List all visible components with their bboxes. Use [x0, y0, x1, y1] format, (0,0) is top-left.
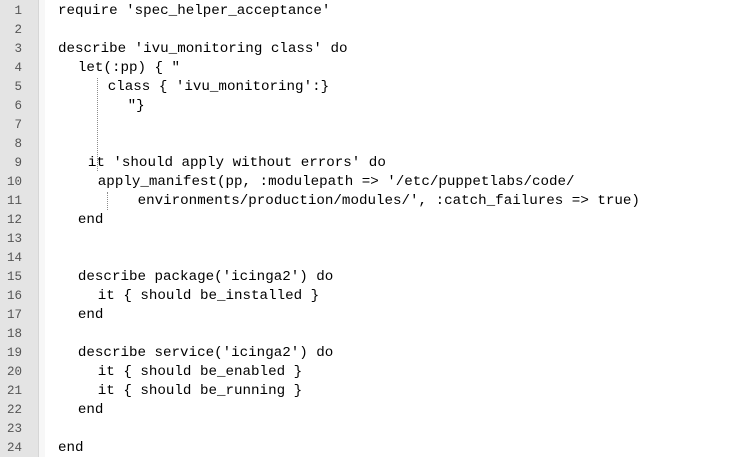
code-text[interactable]: describe package('icinga2') do	[78, 268, 333, 287]
line-number: 21	[6, 384, 22, 398]
code-line[interactable]: 2	[0, 21, 730, 40]
line-number: 18	[6, 327, 22, 341]
line-number: 10	[6, 175, 22, 189]
code-text[interactable]: environments/production/modules/', :catc…	[138, 192, 640, 211]
line-number: 2	[14, 23, 22, 37]
line-number: 9	[14, 156, 22, 170]
code-text[interactable]: it 'should apply without errors' do	[88, 154, 386, 173]
code-line[interactable]: 5 class { 'ivu_monitoring':}	[0, 78, 730, 97]
code-line[interactable]: 8	[0, 135, 730, 154]
line-number: 14	[6, 251, 22, 265]
line-number: 15	[6, 270, 22, 284]
code-line[interactable]: 15 describe package('icinga2') do	[0, 268, 730, 287]
code-line[interactable]: 24 end	[0, 439, 730, 458]
code-text[interactable]: require 'spec_helper_acceptance'	[58, 2, 330, 21]
code-text[interactable]: class { 'ivu_monitoring':}	[108, 78, 329, 97]
code-line[interactable]: 23	[0, 420, 730, 439]
code-editor[interactable]: 1 require 'spec_helper_acceptance' 2 3 descr…	[0, 0, 730, 457]
line-number: 1	[14, 4, 22, 18]
line-number: 19	[6, 346, 22, 360]
code-line[interactable]: 18	[0, 325, 730, 344]
code-text[interactable]: it { should be_installed }	[98, 287, 319, 306]
code-line[interactable]: 16 it { should be_installed }	[0, 287, 730, 306]
line-number: 23	[6, 422, 22, 436]
line-number: 13	[6, 232, 22, 246]
line-number: 22	[6, 403, 22, 417]
line-number: 3	[14, 42, 22, 56]
code-line[interactable]: 17 end	[0, 306, 730, 325]
code-text[interactable]: apply_manifest(pp, :modulepath => '/etc/…	[98, 173, 575, 192]
code-line[interactable]: 7	[0, 116, 730, 135]
code-text[interactable]: let(:pp) { "	[78, 59, 180, 78]
code-text[interactable]: end	[78, 306, 104, 325]
code-text[interactable]: describe 'ivu_monitoring class' do	[58, 40, 347, 59]
code-line[interactable]: 20 it { should be_enabled }	[0, 363, 730, 382]
line-number: 11	[6, 194, 22, 208]
code-line[interactable]: 6 "}	[0, 97, 730, 116]
line-number: 6	[14, 99, 22, 113]
code-line[interactable]: 3 describe 'ivu_monitoring class' do	[0, 40, 730, 59]
code-text[interactable]: "}	[128, 97, 145, 116]
code-line[interactable]: 9 it 'should apply without errors' do	[0, 154, 730, 173]
code-text[interactable]: end	[78, 401, 104, 420]
code-text[interactable]: describe service('icinga2') do	[78, 344, 333, 363]
code-line[interactable]: 11 environments/production/modules/', :ca…	[0, 192, 730, 211]
line-number: 5	[14, 80, 22, 94]
indent-guide	[107, 192, 108, 210]
line-number: 7	[14, 118, 22, 132]
code-line[interactable]: 13	[0, 230, 730, 249]
indent-guide	[97, 78, 98, 171]
line-number: 24	[6, 441, 22, 455]
line-number: 20	[6, 365, 22, 379]
code-line[interactable]: 22 end	[0, 401, 730, 420]
code-line[interactable]: 14	[0, 249, 730, 268]
code-text[interactable]: end	[58, 439, 84, 458]
line-number: 8	[14, 137, 22, 151]
code-line[interactable]: 21 it { should be_running }	[0, 382, 730, 401]
code-text[interactable]: it { should be_enabled }	[98, 363, 302, 382]
line-number: 12	[6, 213, 22, 227]
code-line[interactable]: 10 apply_manifest(pp, :modulepath => '/et…	[0, 173, 730, 192]
code-line[interactable]: 1 require 'spec_helper_acceptance'	[0, 2, 730, 21]
code-text[interactable]: end	[78, 211, 104, 230]
code-lines[interactable]: 1 require 'spec_helper_acceptance' 2 3 descr…	[0, 2, 730, 458]
line-number: 16	[6, 289, 22, 303]
code-text[interactable]: it { should be_running }	[98, 382, 302, 401]
line-number: 4	[14, 61, 22, 75]
code-line[interactable]: 4 let(:pp) { "	[0, 59, 730, 78]
line-number: 17	[6, 308, 22, 322]
code-line[interactable]: 12 end	[0, 211, 730, 230]
code-line[interactable]: 19 describe service('icinga2') do	[0, 344, 730, 363]
